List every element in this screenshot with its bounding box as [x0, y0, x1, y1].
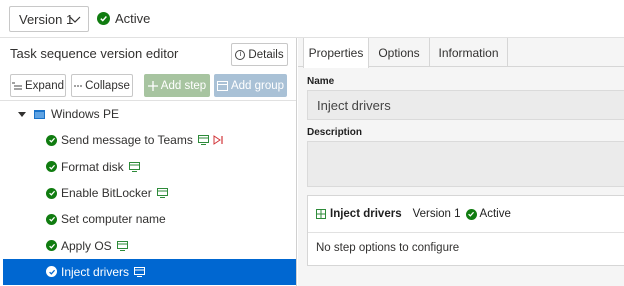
step-label: Apply OS — [61, 238, 112, 253]
collapse-label: Collapse — [85, 79, 130, 92]
step-label: Format disk — [61, 159, 124, 174]
name-field[interactable]: Inject drivers — [307, 90, 624, 120]
skip-icon — [213, 135, 223, 146]
step-status-check-icon — [46, 266, 57, 278]
tree-group-windows-pe[interactable]: Windows PE — [0, 101, 296, 127]
expand-button[interactable]: Expand — [10, 74, 66, 97]
step-options-card: Inject drivers Version 1 Active No step … — [307, 195, 624, 266]
collapse-icon — [74, 85, 83, 86]
description-label: Description — [307, 127, 363, 138]
step-label: Send message to Teams — [61, 133, 193, 148]
step-status-check-icon — [46, 240, 57, 252]
expand-label: Expand — [24, 79, 64, 92]
step-status-check-icon — [46, 134, 57, 146]
step-type-icon — [128, 161, 140, 172]
version-dropdown-label: Version 1 — [19, 11, 74, 27]
name-label: Name — [307, 76, 335, 87]
add-group-label: Add group — [230, 79, 285, 92]
tab-bar: Properties Options Information — [298, 38, 624, 68]
tree-step[interactable]: Apply OS — [0, 232, 296, 258]
step-type-icon — [316, 209, 326, 219]
active-check-icon — [465, 208, 477, 220]
step-card-header: Inject drivers Version 1 Active — [308, 196, 624, 233]
step-tree: Windows PE Send message to Teams Format … — [0, 101, 296, 286]
step-label: Inject drivers — [61, 264, 130, 279]
chevron-down-icon — [69, 16, 81, 23]
step-type-icon — [134, 266, 146, 277]
tab-properties[interactable]: Properties — [303, 38, 369, 68]
info-icon: i — [235, 49, 246, 60]
description-field[interactable] — [307, 141, 624, 187]
status-label: Active — [115, 11, 151, 26]
tree-step[interactable]: Send message to Teams — [0, 127, 296, 153]
windows-group-icon — [34, 109, 45, 119]
card-step-name: Inject drivers — [330, 208, 402, 220]
caret-down-icon[interactable] — [18, 110, 26, 118]
version-status: Active — [97, 11, 150, 26]
collapse-button[interactable]: Collapse — [71, 74, 133, 97]
tree-step[interactable]: Enable BitLocker — [0, 180, 296, 206]
step-type-icon — [116, 240, 128, 251]
version-dropdown[interactable]: Version 1 — [9, 6, 89, 32]
tree-step-selected[interactable]: Inject drivers — [3, 258, 296, 286]
tree-step[interactable]: Format disk — [0, 154, 296, 180]
group-icon — [216, 80, 228, 91]
card-version: Version 1 — [412, 208, 461, 220]
card-body-text: No step options to configure — [316, 242, 460, 254]
step-label: Set computer name — [61, 212, 166, 227]
tab-label: Properties — [308, 46, 364, 60]
tab-information[interactable]: Information — [430, 38, 508, 67]
editor-pane: Task sequence version editor i Details E… — [0, 38, 297, 286]
tab-label: Information — [438, 45, 499, 60]
tab-label: Options — [378, 45, 420, 60]
top-bar: Version 1 Active — [0, 0, 624, 38]
step-type-icon — [156, 188, 168, 199]
add-step-label: Add step — [160, 79, 207, 92]
step-status-check-icon — [46, 161, 57, 173]
properties-pane: Properties Options Information Name Inje… — [298, 38, 624, 286]
details-button[interactable]: i Details — [231, 43, 288, 66]
add-step-button[interactable]: Add step — [144, 74, 210, 97]
add-group-button[interactable]: Add group — [214, 74, 287, 97]
step-status-check-icon — [46, 213, 57, 225]
card-status: Active — [479, 208, 511, 220]
step-label: Enable BitLocker — [61, 186, 152, 201]
tree-step[interactable]: Set computer name — [0, 206, 296, 232]
pane-title: Task sequence version editor — [10, 46, 179, 61]
details-label: Details — [248, 48, 284, 61]
expand-icon — [11, 82, 22, 89]
tab-options[interactable]: Options — [369, 38, 430, 67]
active-check-icon — [97, 12, 110, 25]
step-status-check-icon — [46, 187, 57, 199]
group-label: Windows PE — [51, 107, 120, 122]
tree-toolbar: Expand Collapse Add step Add group — [0, 74, 297, 98]
step-type-icon — [197, 135, 209, 146]
plus-icon — [147, 80, 158, 91]
